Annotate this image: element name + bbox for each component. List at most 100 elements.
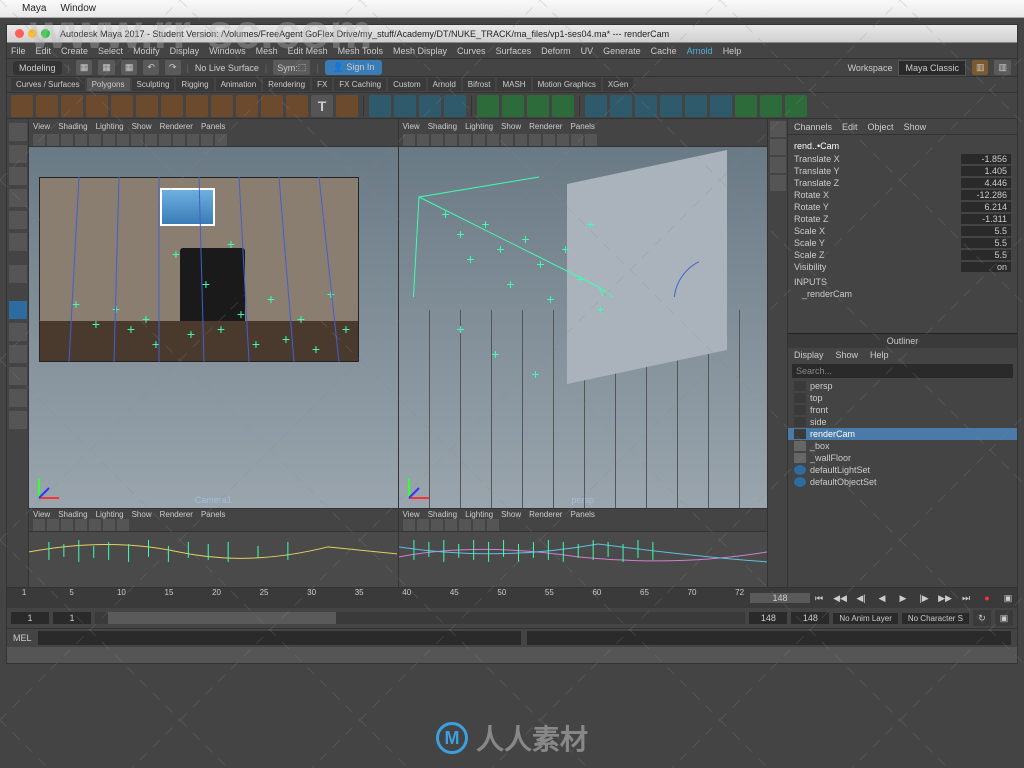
autokey-button[interactable]: ● [978, 590, 996, 606]
vp-menu-lighting[interactable]: Lighting [465, 122, 493, 131]
vp-menu-shading[interactable]: Shading [428, 510, 457, 519]
prefs-icon[interactable]: ▣ [999, 590, 1017, 606]
shelf-extrude-icon[interactable] [477, 95, 499, 117]
attr-value[interactable]: 4.446 [961, 178, 1011, 188]
vp-toolbar-icon[interactable] [33, 519, 45, 531]
outliner-item-_box[interactable]: _box [788, 440, 1017, 452]
shelf-misc-5-icon[interactable] [685, 95, 707, 117]
shelf-tab-mash[interactable]: MASH [497, 78, 530, 91]
channelbox-input-node[interactable]: _renderCam [794, 289, 1011, 299]
shelf-bevel-icon[interactable] [527, 95, 549, 117]
vp-toolbar-icon[interactable] [103, 519, 115, 531]
shelf-misc-9-icon[interactable] [785, 95, 807, 117]
vp-menu-shading[interactable]: Shading [58, 122, 87, 131]
shelf-platonic-icon[interactable] [286, 95, 308, 117]
menu-cache[interactable]: Cache [651, 46, 677, 56]
outliner-item-defaultObjectSet[interactable]: defaultObjectSet [788, 476, 1017, 488]
vp-menu-panels[interactable]: Panels [201, 510, 225, 519]
attr-value[interactable]: 5.5 [961, 250, 1011, 260]
shelf-misc-7-icon[interactable] [735, 95, 757, 117]
anim-layer-dropdown[interactable]: No Anim Layer [833, 613, 897, 624]
rotate-tool[interactable] [9, 211, 27, 229]
channelbox-tab-channels[interactable]: Channels [794, 122, 832, 132]
prev-key-button[interactable]: ◀| [852, 590, 870, 606]
vp-toolbar-icon[interactable] [557, 134, 569, 146]
workspace-dropdown[interactable]: Maya Classic [898, 60, 966, 76]
shelf-misc-2-icon[interactable] [610, 95, 632, 117]
vp-menu-renderer[interactable]: Renderer [160, 510, 193, 519]
shelf-helix-icon[interactable] [236, 95, 258, 117]
vp-toolbar-icon[interactable] [187, 134, 199, 146]
attr-value[interactable]: -12.286 [961, 190, 1011, 200]
shelf-torus-icon[interactable] [136, 95, 158, 117]
step-back-button[interactable]: ◀◀ [831, 590, 849, 606]
vp-toolbar-icon[interactable] [89, 134, 101, 146]
shelf-tab-polygons[interactable]: Polygons [87, 78, 130, 91]
shelf-tab-arnold[interactable]: Arnold [428, 78, 461, 91]
lasso-tool[interactable] [9, 145, 27, 163]
vp-toolbar-icon[interactable] [75, 519, 87, 531]
menu-curves[interactable]: Curves [457, 46, 486, 56]
vp-toolbar-icon[interactable] [47, 134, 59, 146]
live-surface-label[interactable]: No Live Surface [195, 63, 259, 73]
layout-graph[interactable] [9, 411, 27, 429]
attr-value[interactable]: on [961, 262, 1011, 272]
vp-toolbar-icon[interactable] [215, 134, 227, 146]
last-tool[interactable] [9, 265, 27, 283]
vp-toolbar-icon[interactable] [529, 134, 541, 146]
file-save-icon[interactable]: ▦ [121, 60, 138, 75]
vp-toolbar-icon[interactable] [431, 134, 443, 146]
channelbox-tab-show[interactable]: Show [904, 122, 927, 132]
vp-toolbar-icon[interactable] [173, 134, 185, 146]
vp-menu-shading[interactable]: Shading [428, 122, 457, 131]
viewport-view-camera1[interactable]: + + + + + + + + + + + + + + + + + [29, 147, 398, 508]
vp-menu-show[interactable]: Show [132, 510, 152, 519]
shelf-plane-icon[interactable] [111, 95, 133, 117]
vp-toolbar-icon[interactable] [131, 134, 143, 146]
vp-toolbar-icon[interactable] [417, 134, 429, 146]
channelbox-tab-edit[interactable]: Edit [842, 122, 858, 132]
shelf-bridge-icon[interactable] [502, 95, 524, 117]
shelf-misc-4-icon[interactable] [660, 95, 682, 117]
layout-two-stack[interactable] [9, 367, 27, 385]
cmd-language-label[interactable]: MEL [13, 633, 32, 643]
attr-value[interactable]: 1.405 [961, 166, 1011, 176]
sign-in-button[interactable]: 👤 Sign In [325, 60, 383, 75]
select-tool[interactable] [9, 123, 27, 141]
vp-toolbar-icon[interactable] [145, 134, 157, 146]
menu-set-dropdown[interactable]: Modeling [13, 61, 62, 75]
next-key-button[interactable]: |▶ [915, 590, 933, 606]
scale-tool[interactable] [9, 233, 27, 251]
vp-toolbar-icon[interactable] [473, 519, 485, 531]
shelf-prism-icon[interactable] [161, 95, 183, 117]
menu-help[interactable]: Help [723, 46, 742, 56]
vp-toolbar-icon[interactable] [403, 519, 415, 531]
move-tool[interactable] [9, 189, 27, 207]
vp-toolbar-icon[interactable] [103, 134, 115, 146]
vp-menu-view[interactable]: View [403, 510, 420, 519]
attr-value[interactable]: -1.856 [961, 154, 1011, 164]
vp-menu-lighting[interactable]: Lighting [96, 510, 124, 519]
vp-toolbar-icon[interactable] [117, 519, 129, 531]
command-input[interactable] [38, 631, 522, 645]
range-loop-icon[interactable]: ↻ [973, 610, 991, 626]
shelf-cube-icon[interactable] [36, 95, 58, 117]
vp-toolbar-icon[interactable] [487, 519, 499, 531]
attr-value[interactable]: -1.311 [961, 214, 1011, 224]
symmetry-label[interactable]: Sym: ⬚ [273, 60, 310, 75]
play-button[interactable]: ▶ [894, 590, 912, 606]
to-start-button[interactable]: ⏮ [810, 590, 828, 606]
vp-toolbar-icon[interactable] [585, 134, 597, 146]
shelf-tab-fxcaching[interactable]: FX Caching [334, 78, 386, 91]
vp-toolbar-icon[interactable] [33, 134, 45, 146]
file-new-icon[interactable]: ▦ [76, 60, 93, 75]
menu-arnold[interactable]: Arnold [687, 46, 713, 56]
prefs-2-icon[interactable]: ▣ [995, 610, 1013, 626]
layout-single[interactable] [9, 301, 27, 319]
sidebar-toggle-icon[interactable]: ▥ [972, 60, 989, 75]
layout-outliner[interactable] [9, 389, 27, 407]
vp-menu-show[interactable]: Show [501, 510, 521, 519]
shelf-sphere-icon[interactable] [11, 95, 33, 117]
vp-toolbar-icon[interactable] [571, 134, 583, 146]
vp-menu-lighting[interactable]: Lighting [465, 510, 493, 519]
